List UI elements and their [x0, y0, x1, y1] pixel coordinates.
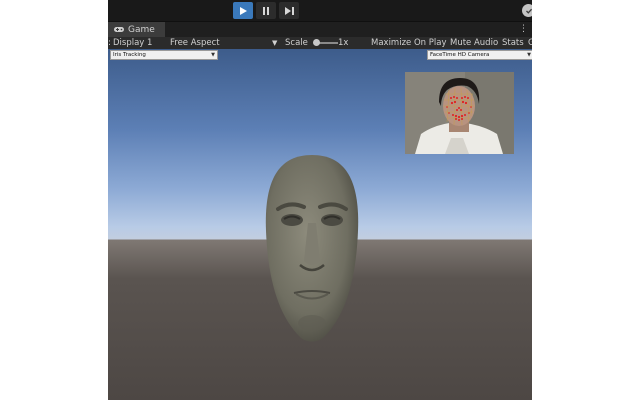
gizmos-toggle[interactable]: G [528, 37, 532, 49]
game-viewport[interactable]: Iris Tracking ▼ FaceTime HD Camera ▼ [108, 49, 532, 400]
tab-game-label: Game [128, 24, 155, 35]
display-dropdown-caret[interactable]: : [108, 37, 111, 49]
gamepad-icon [114, 27, 124, 32]
pause-icon [263, 6, 269, 15]
display-dropdown[interactable]: Display 1 [113, 37, 152, 49]
mute-audio-toggle[interactable]: Mute Audio [450, 37, 498, 49]
webcam-feed-image [405, 72, 514, 154]
account-button[interactable] [522, 4, 532, 17]
tracking-mode-dropdown[interactable]: Iris Tracking ▼ [110, 50, 218, 60]
scale-value: 1x [338, 38, 349, 48]
account-check-icon [525, 8, 532, 14]
maximize-on-play-toggle[interactable]: Maximize On Play [371, 37, 446, 49]
tab-game[interactable]: Game [108, 22, 165, 37]
webcam-preview [405, 72, 514, 154]
play-button[interactable] [233, 2, 253, 19]
camera-chevron-down-icon: ▼ [527, 52, 531, 58]
play-icon [240, 6, 247, 15]
aspect-chevron-down-icon[interactable]: ▼ [272, 37, 277, 49]
step-forward-icon [284, 6, 294, 15]
tracking-mode-value: Iris Tracking [113, 52, 146, 58]
camera-source-dropdown[interactable]: FaceTime HD Camera ▼ [427, 50, 532, 60]
aspect-dropdown[interactable]: Free Aspect [170, 37, 220, 49]
stats-toggle[interactable]: Stats [502, 37, 524, 49]
tracking-chevron-down-icon: ▼ [211, 52, 215, 58]
scale-label: Scale [285, 38, 308, 48]
unity-editor-window: Game ⋮ : Display 1 Free Aspect ▼ Scale 1… [108, 0, 532, 400]
tab-bar: Game ⋮ [108, 21, 532, 37]
step-button[interactable] [279, 2, 299, 19]
main-toolbar [108, 0, 532, 21]
pause-button[interactable] [256, 2, 276, 19]
game-view-toolbar: : Display 1 Free Aspect ▼ Scale 1x Maxim… [108, 37, 532, 49]
scale-slider-handle[interactable] [313, 39, 320, 46]
tab-options-menu[interactable]: ⋮ [519, 23, 528, 35]
camera-source-value: FaceTime HD Camera [430, 52, 490, 58]
avatar-face-mask [265, 155, 359, 342]
